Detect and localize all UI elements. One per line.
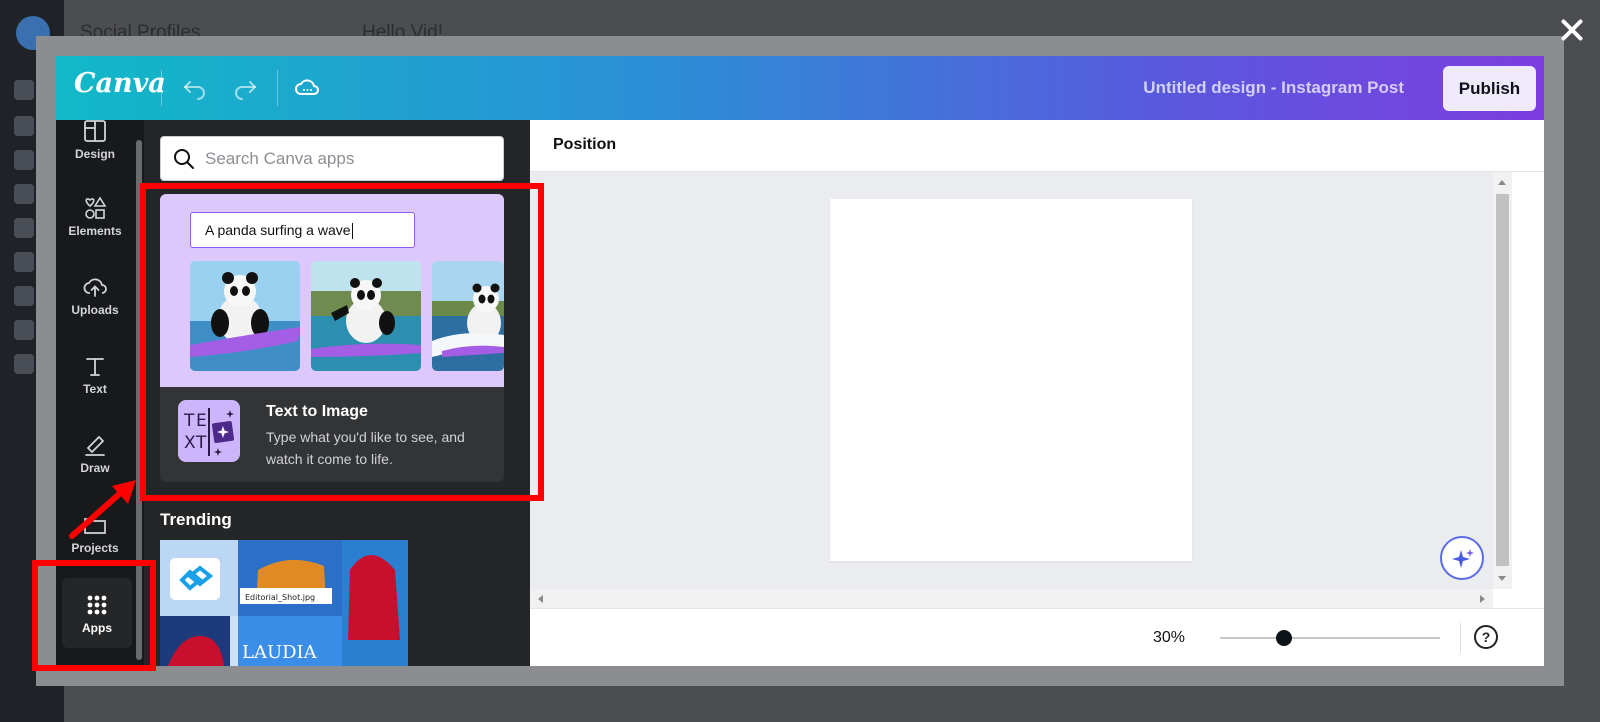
vertical-scrollbar[interactable] bbox=[1493, 172, 1512, 589]
editor-toolbar: Position bbox=[530, 120, 1544, 172]
trending-file-label: Editorial_Shot.jpg bbox=[245, 593, 315, 602]
annotation-arrow-icon bbox=[69, 480, 136, 539]
highlight-apps-button bbox=[32, 560, 156, 671]
canva-logo[interactable]: Canva bbox=[74, 68, 166, 99]
trending-app-thumbnail[interactable]: Editorial_Shot.jpg LAUDIA bbox=[160, 540, 408, 666]
sparkle-icon bbox=[1452, 549, 1474, 568]
text-icon bbox=[86, 358, 104, 376]
rail-label-elements: Elements bbox=[68, 224, 122, 238]
position-button[interactable]: Position bbox=[553, 136, 616, 154]
document-title[interactable]: Untitled design - Instagram Post bbox=[1143, 78, 1404, 98]
design-page[interactable] bbox=[830, 199, 1192, 561]
toolbar-divider bbox=[161, 70, 162, 106]
rail-label-design: Design bbox=[74, 147, 115, 161]
close-icon[interactable] bbox=[1556, 14, 1588, 46]
cloud-save-icon[interactable] bbox=[294, 75, 320, 101]
rail-item-elements[interactable]: Elements bbox=[56, 195, 134, 267]
trending-brand-text: LAUDIA bbox=[242, 642, 318, 663]
highlight-text-to-image-card bbox=[140, 183, 544, 501]
canvas-workspace bbox=[530, 172, 1493, 589]
pen-icon bbox=[85, 435, 105, 456]
search-icon bbox=[174, 149, 194, 169]
magic-assistant-button[interactable] bbox=[1440, 536, 1484, 580]
help-icon[interactable]: ? bbox=[1474, 625, 1498, 649]
background-nav-icon bbox=[14, 286, 34, 306]
toolbar-divider bbox=[277, 70, 278, 106]
zoom-percentage[interactable]: 30% bbox=[1153, 629, 1185, 647]
rail-item-uploads[interactable]: Uploads bbox=[56, 274, 134, 346]
background-nav-icon bbox=[14, 320, 34, 340]
top-bar: Canva Untitled design - Instagram Post P… bbox=[56, 56, 1544, 120]
scroll-up-icon[interactable] bbox=[1498, 180, 1506, 185]
search-input[interactable] bbox=[205, 141, 495, 177]
zoom-slider-track[interactable] bbox=[1220, 637, 1440, 639]
scroll-down-icon[interactable] bbox=[1498, 576, 1506, 581]
undo-icon[interactable] bbox=[182, 75, 208, 101]
background-nav-icon bbox=[14, 184, 34, 204]
bottom-divider bbox=[1460, 623, 1461, 653]
bottom-bar: 30% ? bbox=[530, 608, 1544, 666]
cloud-upload-icon bbox=[83, 278, 107, 297]
rail-item-design[interactable]: Design bbox=[56, 118, 134, 190]
shapes-icon bbox=[85, 196, 107, 219]
rail-label-uploads: Uploads bbox=[71, 303, 119, 317]
background-nav-icon bbox=[14, 80, 34, 100]
redo-icon[interactable] bbox=[232, 75, 258, 101]
rail-label-text: Text bbox=[83, 382, 107, 396]
rail-item-text[interactable]: Text bbox=[56, 353, 134, 425]
layout-icon bbox=[84, 120, 106, 142]
publish-button[interactable]: Publish bbox=[1443, 66, 1536, 111]
background-nav-icon bbox=[14, 116, 34, 136]
background-nav-icon bbox=[14, 252, 34, 272]
zoom-slider-handle[interactable] bbox=[1276, 630, 1292, 646]
background-nav-icon bbox=[14, 150, 34, 170]
editor-area: Position 30% ? bbox=[530, 120, 1544, 666]
trending-heading: Trending bbox=[160, 510, 232, 529]
search-box[interactable] bbox=[160, 136, 504, 181]
background-nav-icon bbox=[14, 218, 34, 238]
horizontal-scrollbar[interactable] bbox=[530, 589, 1493, 608]
scroll-left-icon[interactable] bbox=[538, 595, 543, 603]
background-nav-icon bbox=[14, 354, 34, 374]
scroll-right-icon[interactable] bbox=[1480, 595, 1485, 603]
vertical-scroll-thumb[interactable] bbox=[1496, 194, 1509, 566]
